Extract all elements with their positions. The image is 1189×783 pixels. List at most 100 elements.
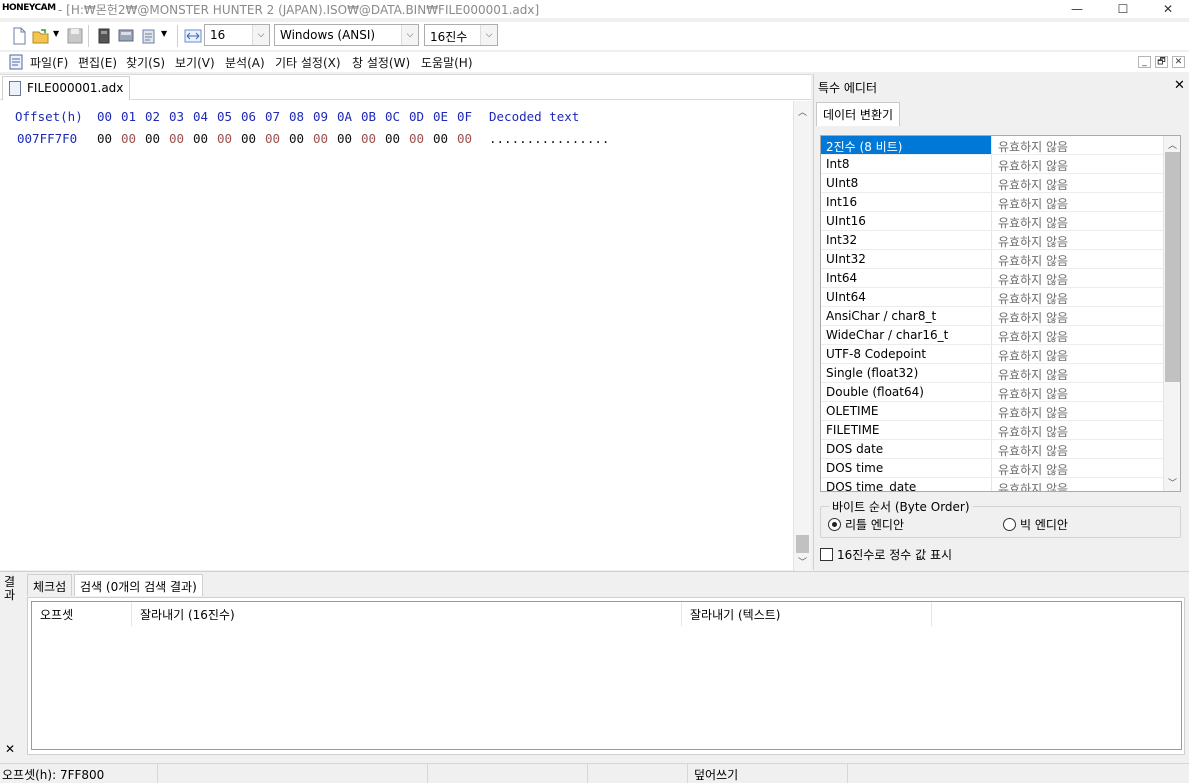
tab-search-results[interactable]: 검색 (0개의 검색 결과) xyxy=(74,574,203,596)
hex-byte[interactable]: 00 xyxy=(409,131,424,146)
hex-vertical-scrollbar[interactable]: ︿ ﹀ xyxy=(793,101,811,571)
menu-search[interactable]: 찾기(S) xyxy=(126,54,165,71)
inspector-row[interactable]: Int32 유효하지 않음 xyxy=(821,231,1163,250)
inspector-value[interactable]: 유효하지 않음 xyxy=(993,307,1163,325)
little-endian-radio[interactable] xyxy=(828,518,841,531)
hex-byte[interactable]: 00 xyxy=(145,131,160,146)
open-dropdown-icon[interactable]: ▼ xyxy=(53,29,59,38)
scrollbar-thumb[interactable] xyxy=(796,535,809,553)
inspector-value[interactable]: 유효하지 않음 xyxy=(993,421,1163,439)
document-dropdown-icon[interactable]: ▼ xyxy=(161,29,167,38)
little-endian-label[interactable]: 리틀 엔디안 xyxy=(845,516,904,533)
menu-window[interactable]: 창 설정(W) xyxy=(352,54,410,71)
column-header-hex-excerpt[interactable]: 잘라내기 (16진수) xyxy=(132,602,682,626)
inspector-value[interactable]: 유효하지 않음 xyxy=(993,440,1163,458)
memory-icon[interactable] xyxy=(117,27,135,45)
mdi-restore-button[interactable]: 🗗 xyxy=(1155,56,1168,68)
inspector-value[interactable]: 유효하지 않음 xyxy=(993,174,1163,192)
menu-file[interactable]: 파일(F) xyxy=(30,54,68,71)
big-endian-label[interactable]: 빅 엔디안 xyxy=(1020,516,1068,533)
scrollbar-thumb[interactable] xyxy=(1165,152,1180,382)
scroll-down-icon[interactable]: ﹀ xyxy=(794,553,811,570)
menu-help[interactable]: 도움말(H) xyxy=(421,54,473,71)
inspector-value[interactable]: 유효하지 않음 xyxy=(993,136,1163,154)
menu-extras[interactable]: 기타 설정(X) xyxy=(275,54,341,71)
maximize-button[interactable]: ☐ xyxy=(1100,0,1146,18)
inspector-row[interactable]: 2진수 (8 비트) 유효하지 않음 xyxy=(821,136,1163,155)
charset-select[interactable]: Windows (ANSI) ⌵ xyxy=(274,24,419,46)
inspector-value[interactable]: 유효하지 않음 xyxy=(993,478,1163,491)
scroll-down-icon[interactable]: ﹀ xyxy=(1164,474,1180,491)
number-base-select[interactable]: 16진수 ⌵ xyxy=(424,24,498,46)
inspector-row[interactable]: Int16 유효하지 않음 xyxy=(821,193,1163,212)
inspector-row[interactable]: DOS date 유효하지 않음 xyxy=(821,440,1163,459)
inspector-row[interactable]: UTF-8 Codepoint 유효하지 않음 xyxy=(821,345,1163,364)
hex-byte[interactable]: 00 xyxy=(217,131,232,146)
menu-view[interactable]: 보기(V) xyxy=(175,54,215,71)
big-endian-radio[interactable] xyxy=(1003,518,1016,531)
inspector-row[interactable]: DOS time 유효하지 않음 xyxy=(821,459,1163,478)
results-close-button[interactable]: ✕ xyxy=(5,742,15,756)
save-icon[interactable] xyxy=(66,27,84,45)
hex-byte[interactable]: 00 xyxy=(433,131,448,146)
minimize-button[interactable]: — xyxy=(1054,0,1100,18)
bytes-per-row-select[interactable]: 16 ⌵ xyxy=(204,24,270,46)
hex-byte[interactable]: 00 xyxy=(97,131,112,146)
inspector-row[interactable]: Double (float64) 유효하지 않음 xyxy=(821,383,1163,402)
inspector-value[interactable]: 유효하지 않음 xyxy=(993,459,1163,477)
inspector-row[interactable]: AnsiChar / char8_t 유효하지 않음 xyxy=(821,307,1163,326)
inspector-row[interactable]: Int64 유효하지 않음 xyxy=(821,269,1163,288)
hex-byte[interactable]: 00 xyxy=(265,131,280,146)
inspector-row[interactable]: UInt8 유효하지 않음 xyxy=(821,174,1163,193)
inspector-value[interactable]: 유효하지 않음 xyxy=(993,288,1163,306)
inspector-value[interactable]: 유효하지 않음 xyxy=(993,155,1163,173)
inspector-row[interactable]: WideChar / char16_t 유효하지 않음 xyxy=(821,326,1163,345)
hex-int-checkbox-label[interactable]: 16진수로 정수 값 표시 xyxy=(837,546,952,563)
inspector-row[interactable]: UInt16 유효하지 않음 xyxy=(821,212,1163,231)
inspector-row[interactable]: OLETIME 유효하지 않음 xyxy=(821,402,1163,421)
scroll-up-icon[interactable]: ︿ xyxy=(794,103,811,120)
decoded-text[interactable]: ................ xyxy=(489,131,609,146)
inspector-value[interactable]: 유효하지 않음 xyxy=(993,212,1163,230)
inspector-value[interactable]: 유효하지 않음 xyxy=(993,231,1163,249)
inspector-value[interactable]: 유효하지 않음 xyxy=(993,345,1163,363)
disk-icon[interactable] xyxy=(95,27,113,45)
hex-byte[interactable]: 00 xyxy=(385,131,400,146)
inspector-value[interactable]: 유효하지 않음 xyxy=(993,383,1163,401)
chevron-down-icon[interactable]: ⌵ xyxy=(252,25,269,45)
hex-byte[interactable]: 00 xyxy=(121,131,136,146)
document-icon[interactable] xyxy=(140,27,158,45)
chevron-down-icon[interactable]: ⌵ xyxy=(401,25,418,45)
hex-view[interactable]: Offset(h) 00 01 02 03 04 05 06 07 08 09 … xyxy=(0,101,793,571)
menu-edit[interactable]: 편집(E) xyxy=(78,54,117,71)
column-header-offset[interactable]: 오프셋 xyxy=(32,602,132,626)
open-folder-icon[interactable] xyxy=(32,27,50,45)
tab-checksum[interactable]: 체크섬 xyxy=(27,574,73,596)
search-results-list[interactable]: 오프셋 잘라내기 (16진수) 잘라내기 (텍스트) xyxy=(31,601,1182,750)
hex-byte[interactable]: 00 xyxy=(361,131,376,146)
inspector-row[interactable]: DOS time_date 유효하지 않음 xyxy=(821,478,1163,491)
hex-byte[interactable]: 00 xyxy=(169,131,184,146)
hex-byte[interactable]: 00 xyxy=(241,131,256,146)
inspector-row[interactable]: FILETIME 유효하지 않음 xyxy=(821,421,1163,440)
inspector-value[interactable]: 유효하지 않음 xyxy=(993,269,1163,287)
new-file-icon[interactable] xyxy=(10,27,28,45)
inspector-scrollbar[interactable]: ︿ ﹀ xyxy=(1163,136,1180,491)
inspector-value[interactable]: 유효하지 않음 xyxy=(993,250,1163,268)
panel-close-button[interactable]: ✕ xyxy=(1174,78,1185,93)
inspector-value[interactable]: 유효하지 않음 xyxy=(993,326,1163,344)
hex-byte[interactable]: 00 xyxy=(457,131,472,146)
inspector-value[interactable]: 유효하지 않음 xyxy=(993,193,1163,211)
data-inspector-grid[interactable]: 2진수 (8 비트) 유효하지 않음 Int8 유효하지 않음 UInt8 유효하지 … xyxy=(820,135,1181,492)
hex-byte[interactable]: 00 xyxy=(289,131,304,146)
mdi-minimize-button[interactable]: _ xyxy=(1138,56,1151,68)
menu-analysis[interactable]: 분석(A) xyxy=(225,54,265,71)
tab-file[interactable]: FILE000001.adx xyxy=(2,76,131,100)
hex-byte[interactable]: 00 xyxy=(313,131,328,146)
document-menu-icon[interactable] xyxy=(9,54,23,70)
mdi-close-button[interactable]: ✕ xyxy=(1172,56,1185,68)
close-window-button[interactable]: ✕ xyxy=(1145,0,1189,18)
chevron-down-icon[interactable]: ⌵ xyxy=(480,25,497,45)
inspector-value[interactable]: 유효하지 않음 xyxy=(993,364,1163,382)
scroll-up-icon[interactable]: ︿ xyxy=(1164,136,1180,153)
